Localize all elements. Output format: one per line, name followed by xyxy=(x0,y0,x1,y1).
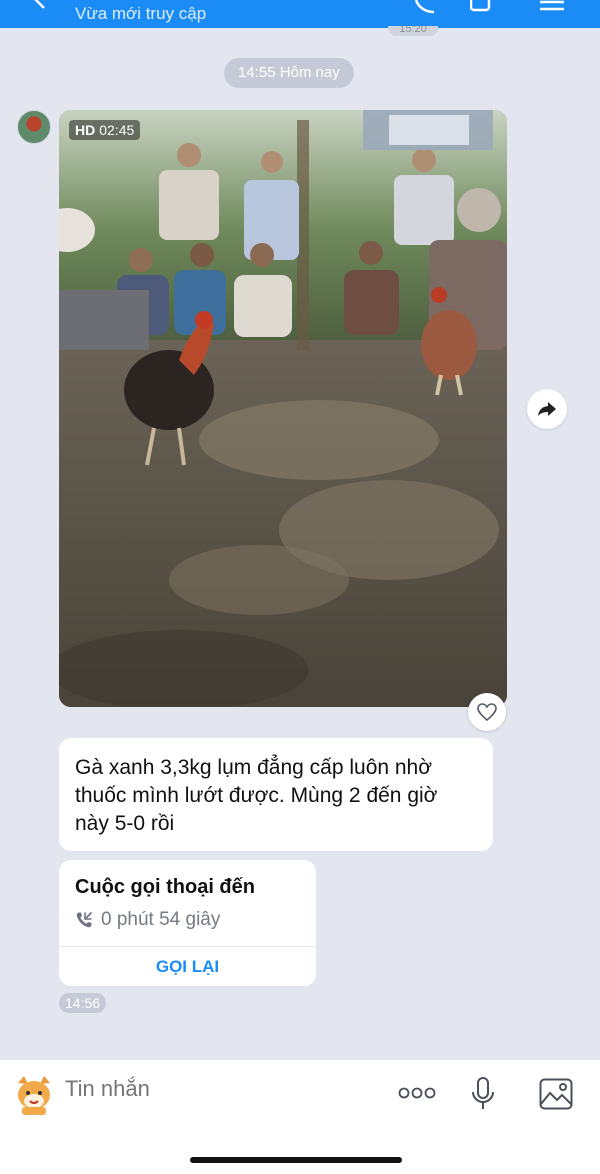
heart-icon xyxy=(477,703,497,721)
menu-icon[interactable] xyxy=(540,0,566,14)
image-gallery-icon[interactable] xyxy=(539,1078,573,1110)
call-title: Cuộc gọi thoại đến xyxy=(75,876,255,898)
date-separator: 14:55 Hôm nay xyxy=(224,58,354,88)
incoming-call-icon xyxy=(76,911,93,928)
react-button[interactable] xyxy=(468,693,506,731)
call-duration: 0 phút 54 giây xyxy=(101,909,221,930)
video-message[interactable] xyxy=(59,110,507,707)
message-timestamp: 14:56 xyxy=(59,993,107,1013)
text-message-bubble[interactable]: Gà xanh 3,3kg lụm đẳng cấp luôn nhờ thuố… xyxy=(59,738,493,851)
chat-header: Vừa mới truy cập xyxy=(0,0,600,28)
forward-button[interactable] xyxy=(527,389,567,429)
home-indicator xyxy=(190,1157,402,1163)
message-input[interactable] xyxy=(65,1076,365,1102)
video-quality-badge: HD 02:45 xyxy=(69,120,141,140)
back-arrow-icon[interactable] xyxy=(30,0,50,10)
video-thumbnail-image xyxy=(59,110,507,707)
previous-time-badge: 15:20 xyxy=(388,26,438,36)
call-duration-row: 0 phút 54 giây xyxy=(75,909,220,931)
phone-call-icon[interactable] xyxy=(412,0,438,14)
call-log-card[interactable]: Cuộc gọi thoại đến 0 phút 54 giây GỌI LẠ… xyxy=(59,860,316,986)
video-call-icon[interactable] xyxy=(470,0,496,14)
sticker-icon[interactable] xyxy=(12,1073,56,1117)
more-options-icon[interactable] xyxy=(398,1087,436,1099)
message-composer xyxy=(0,1060,600,1174)
call-back-button[interactable]: GỌI LẠI xyxy=(59,947,316,986)
microphone-icon[interactable] xyxy=(470,1077,496,1111)
sender-avatar[interactable] xyxy=(17,110,51,144)
contact-status: Vừa mới truy cập xyxy=(75,4,207,23)
video-quality: HD xyxy=(75,122,96,138)
forward-arrow-icon xyxy=(538,402,556,416)
video-duration: 02:45 xyxy=(99,122,135,138)
